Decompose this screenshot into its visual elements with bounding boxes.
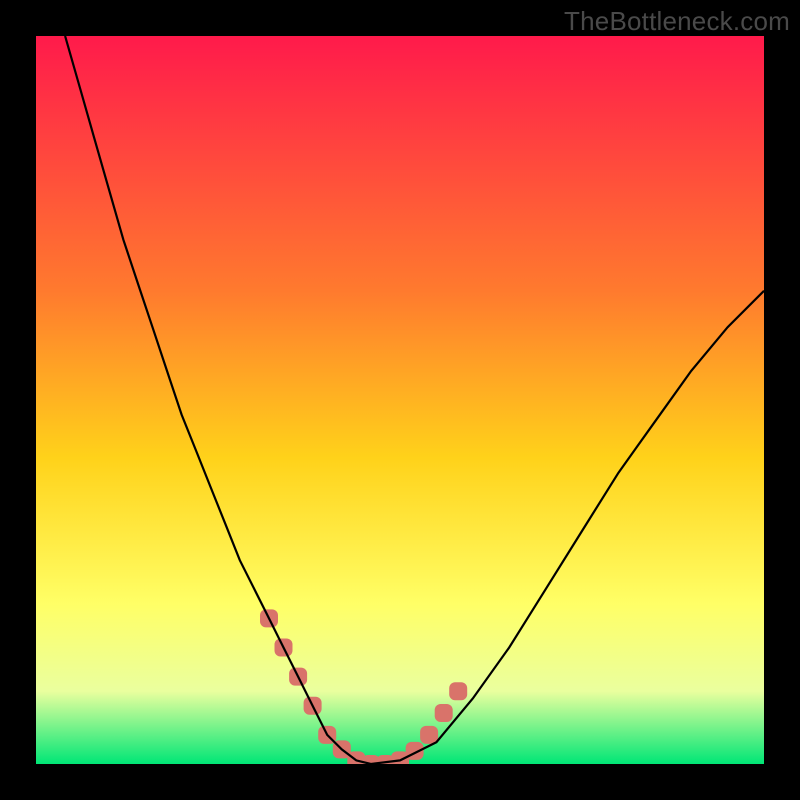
gradient-background (36, 36, 764, 764)
chart-frame: TheBottleneck.com (0, 0, 800, 800)
plot-area (36, 36, 764, 764)
plot-svg (36, 36, 764, 764)
highlight-marker (435, 704, 453, 722)
watermark-text: TheBottleneck.com (564, 6, 790, 37)
highlight-marker (449, 682, 467, 700)
highlight-marker (420, 726, 438, 744)
